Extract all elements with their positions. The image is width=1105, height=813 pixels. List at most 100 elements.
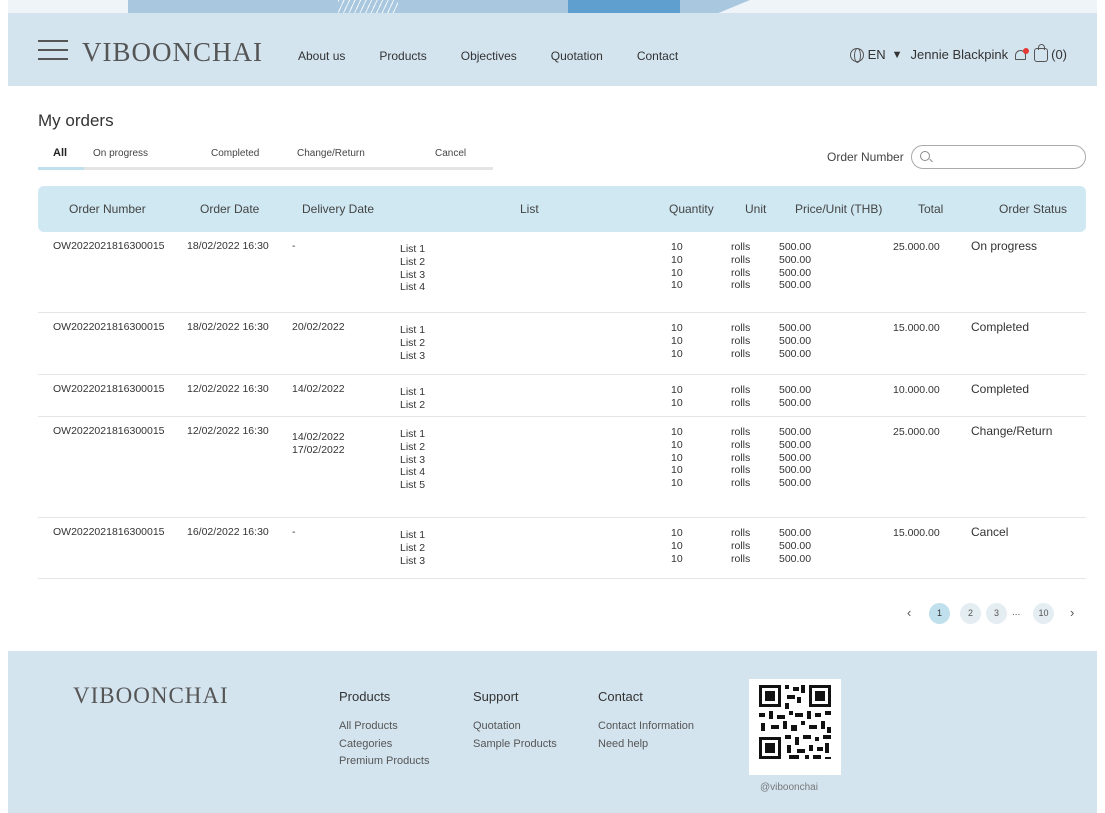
page-button-3[interactable]: 3	[986, 603, 1007, 624]
footer-link[interactable]: Categories	[339, 736, 429, 754]
site-header: VIBOONCHAI About us Products Objectives …	[8, 13, 1097, 86]
price-unit: 500.00	[779, 426, 812, 438]
quantity: 10	[671, 253, 683, 266]
list-item: List 2	[400, 440, 426, 453]
quantity: 10	[671, 527, 683, 539]
quantity: 10	[671, 384, 683, 396]
nav-objectives[interactable]: Objectives	[461, 49, 517, 63]
page-button-1[interactable]: 1	[929, 603, 950, 624]
tab-all[interactable]: All	[53, 147, 67, 159]
order-number-cell: OW2022021816300015	[53, 425, 165, 437]
table-row[interactable]: OW2022021816300015 18/02/2022 16:30 20/02/…	[38, 313, 1086, 375]
page-button-2[interactable]: 2	[960, 603, 981, 624]
nav-products[interactable]: Products	[379, 49, 426, 63]
col-order-number: Order Number	[69, 202, 146, 216]
delivery-date-cell: -	[292, 526, 296, 539]
nav-about-us[interactable]: About us	[298, 49, 345, 63]
cart-count[interactable]: (0)	[1051, 47, 1067, 62]
list-item: List 1	[400, 324, 426, 336]
footer-link[interactable]: Quotation	[473, 718, 557, 736]
nav-contact[interactable]: Contact	[637, 49, 678, 63]
list-item-cell: List 1 List 2 List 3	[400, 529, 425, 567]
unit: rolls	[731, 438, 751, 451]
footer-link[interactable]: Contact Information	[598, 718, 694, 736]
footer-column-title: Products	[339, 689, 391, 704]
delivery-date: 20/02/2022	[292, 321, 345, 333]
user-name[interactable]: Jennie Blackpink	[911, 47, 1009, 62]
unit: rolls	[731, 464, 751, 477]
table-row[interactable]: OW2022021816300015 12/02/2022 16:30 14/02/…	[38, 417, 1086, 518]
col-unit: Unit	[745, 202, 767, 216]
pagination-next-icon[interactable]: ›	[1070, 605, 1074, 620]
unit: rolls	[731, 347, 751, 360]
order-date-cell: 12/02/2022 16:30	[187, 383, 269, 395]
price-unit: 500.00	[779, 396, 812, 409]
unit: rolls	[731, 322, 751, 334]
tab-on-progress[interactable]: On progress	[93, 148, 148, 159]
list-item: List 3	[400, 268, 426, 281]
quantity: 10	[671, 464, 683, 477]
page-button-10[interactable]: 10	[1033, 603, 1054, 624]
footer-link[interactable]: Need help	[598, 736, 694, 754]
site-logo[interactable]: VIBOONCHAI	[82, 37, 263, 68]
list-item: List 2	[400, 541, 426, 554]
order-status-cell: On progress	[971, 239, 1038, 253]
tab-track	[38, 167, 493, 170]
price-unit: 500.00	[779, 451, 812, 464]
delivery-date-cell: 14/02/2022	[292, 383, 345, 396]
tab-cancel[interactable]: Cancel	[435, 148, 466, 159]
caret-down-icon[interactable]: ▼	[892, 49, 903, 61]
order-status-cell: Cancel	[971, 525, 1009, 539]
unit: rolls	[731, 527, 751, 539]
list-item: List 1	[400, 386, 426, 398]
qr-handle-text: @viboonchai	[760, 782, 818, 793]
col-quantity: Quantity	[669, 202, 714, 216]
hamburger-menu-icon[interactable]	[38, 40, 68, 60]
unit: rolls	[731, 266, 751, 279]
main-nav: About us Products Objectives Quotation C…	[298, 49, 712, 63]
quantity: 10	[671, 334, 683, 347]
footer-link[interactable]: Premium Products	[339, 753, 429, 771]
list-item-cell: List 1 List 2 List 3 List 4	[400, 243, 425, 294]
price-unit: 500.00	[779, 438, 812, 451]
table-row[interactable]: OW2022021816300015 12/02/2022 16:30 14/02/…	[38, 375, 1086, 417]
list-item-cell: List 1 List 2 List 3	[400, 324, 425, 362]
list-item: List 4	[400, 281, 426, 294]
table-row[interactable]: OW2022021816300015 18/02/2022 16:30 - List …	[38, 232, 1086, 313]
delivery-date: -	[292, 526, 296, 538]
footer-column-support: Support Quotation Sample Products	[473, 689, 557, 753]
unit: rolls	[731, 552, 751, 565]
footer-link[interactable]: Sample Products	[473, 736, 557, 754]
quantity: 10	[671, 438, 683, 451]
table-row[interactable]: OW2022021816300015 16/02/2022 16:30 - List …	[38, 518, 1086, 579]
pagination-prev-icon[interactable]: ‹	[907, 605, 911, 620]
order-number-search-input[interactable]	[936, 149, 1076, 165]
bell-icon[interactable]	[1014, 47, 1030, 62]
delivery-date: 14/02/2022	[292, 431, 345, 443]
total-cell: 10.000.00	[893, 384, 940, 396]
footer-link[interactable]: All Products	[339, 718, 429, 736]
unit: rolls	[731, 384, 751, 396]
footer-logo[interactable]: VIBOONCHAI	[73, 683, 229, 709]
unit-cell: rolls rolls rolls	[731, 527, 750, 565]
globe-icon[interactable]	[849, 47, 864, 63]
order-number-search[interactable]	[911, 145, 1086, 169]
active-tab-indicator	[38, 167, 84, 170]
shopping-bag-icon[interactable]	[1034, 43, 1049, 62]
order-status-cell: Change/Return	[971, 424, 1053, 438]
tab-change-return[interactable]: Change/Return	[297, 148, 365, 159]
price-unit-cell: 500.00 500.00	[779, 384, 811, 410]
quantity: 10	[671, 426, 683, 438]
unit: rolls	[731, 253, 751, 266]
quantity: 10	[671, 477, 683, 490]
footer-column-products: Products All Products Categories Premium…	[339, 689, 429, 771]
language-selector[interactable]: EN	[868, 47, 886, 62]
list-item: List 1	[400, 243, 426, 255]
nav-quotation[interactable]: Quotation	[551, 49, 603, 63]
order-date-cell: 18/02/2022 16:30	[187, 240, 269, 252]
quantity: 10	[671, 347, 683, 360]
unit: rolls	[731, 426, 751, 438]
list-item: List 2	[400, 398, 426, 411]
pagination-ellipsis: ...	[1012, 607, 1021, 618]
tab-completed[interactable]: Completed	[211, 148, 259, 159]
